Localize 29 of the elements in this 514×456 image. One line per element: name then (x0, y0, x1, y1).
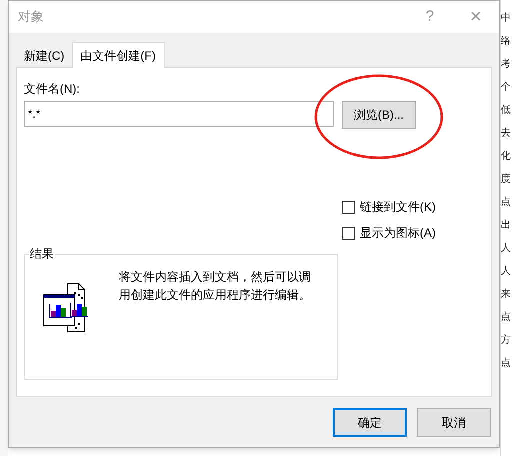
document-text: 人 (501, 243, 512, 255)
document-text: 化 (501, 151, 512, 163)
result-description: 将文件内容插入到文档，然后可以调用创建此文件的应用程序进行编辑。 (119, 269, 312, 304)
browse-button[interactable]: 浏览(B)... (342, 101, 416, 129)
document-text: 人 (501, 266, 512, 278)
field-label: 文件名(N): (24, 81, 81, 97)
window-title: 对象 (18, 8, 45, 26)
document-text: 度 (501, 174, 512, 186)
document-text: 考 (501, 59, 512, 71)
cancel-button[interactable]: 取消 (417, 408, 491, 437)
group-title: 结果 (29, 246, 55, 263)
document-text: 出 (501, 220, 512, 232)
document-text: 去 (501, 128, 512, 140)
checkbox-label: 链接到文件(K) (360, 199, 436, 216)
checkbox[interactable] (342, 200, 355, 214)
ok-button[interactable]: 确定 (333, 408, 407, 437)
checkbox[interactable] (342, 226, 355, 240)
document-text: 中 (501, 13, 512, 25)
document-text: 低 (501, 105, 512, 117)
document-text: 点 (501, 197, 512, 209)
checkbox-label: 显示为图标(A) (360, 225, 436, 242)
document-text: 个 (501, 82, 512, 94)
tab[interactable]: 由文件创建(F) (72, 42, 165, 68)
document-text: 点 (501, 312, 512, 324)
document-text: 方 (501, 335, 512, 347)
file-name-field[interactable]: *.* (24, 101, 334, 127)
document-text: 来 (501, 289, 512, 301)
document-text: 络 (501, 36, 512, 48)
document-text: 点 (501, 358, 512, 370)
